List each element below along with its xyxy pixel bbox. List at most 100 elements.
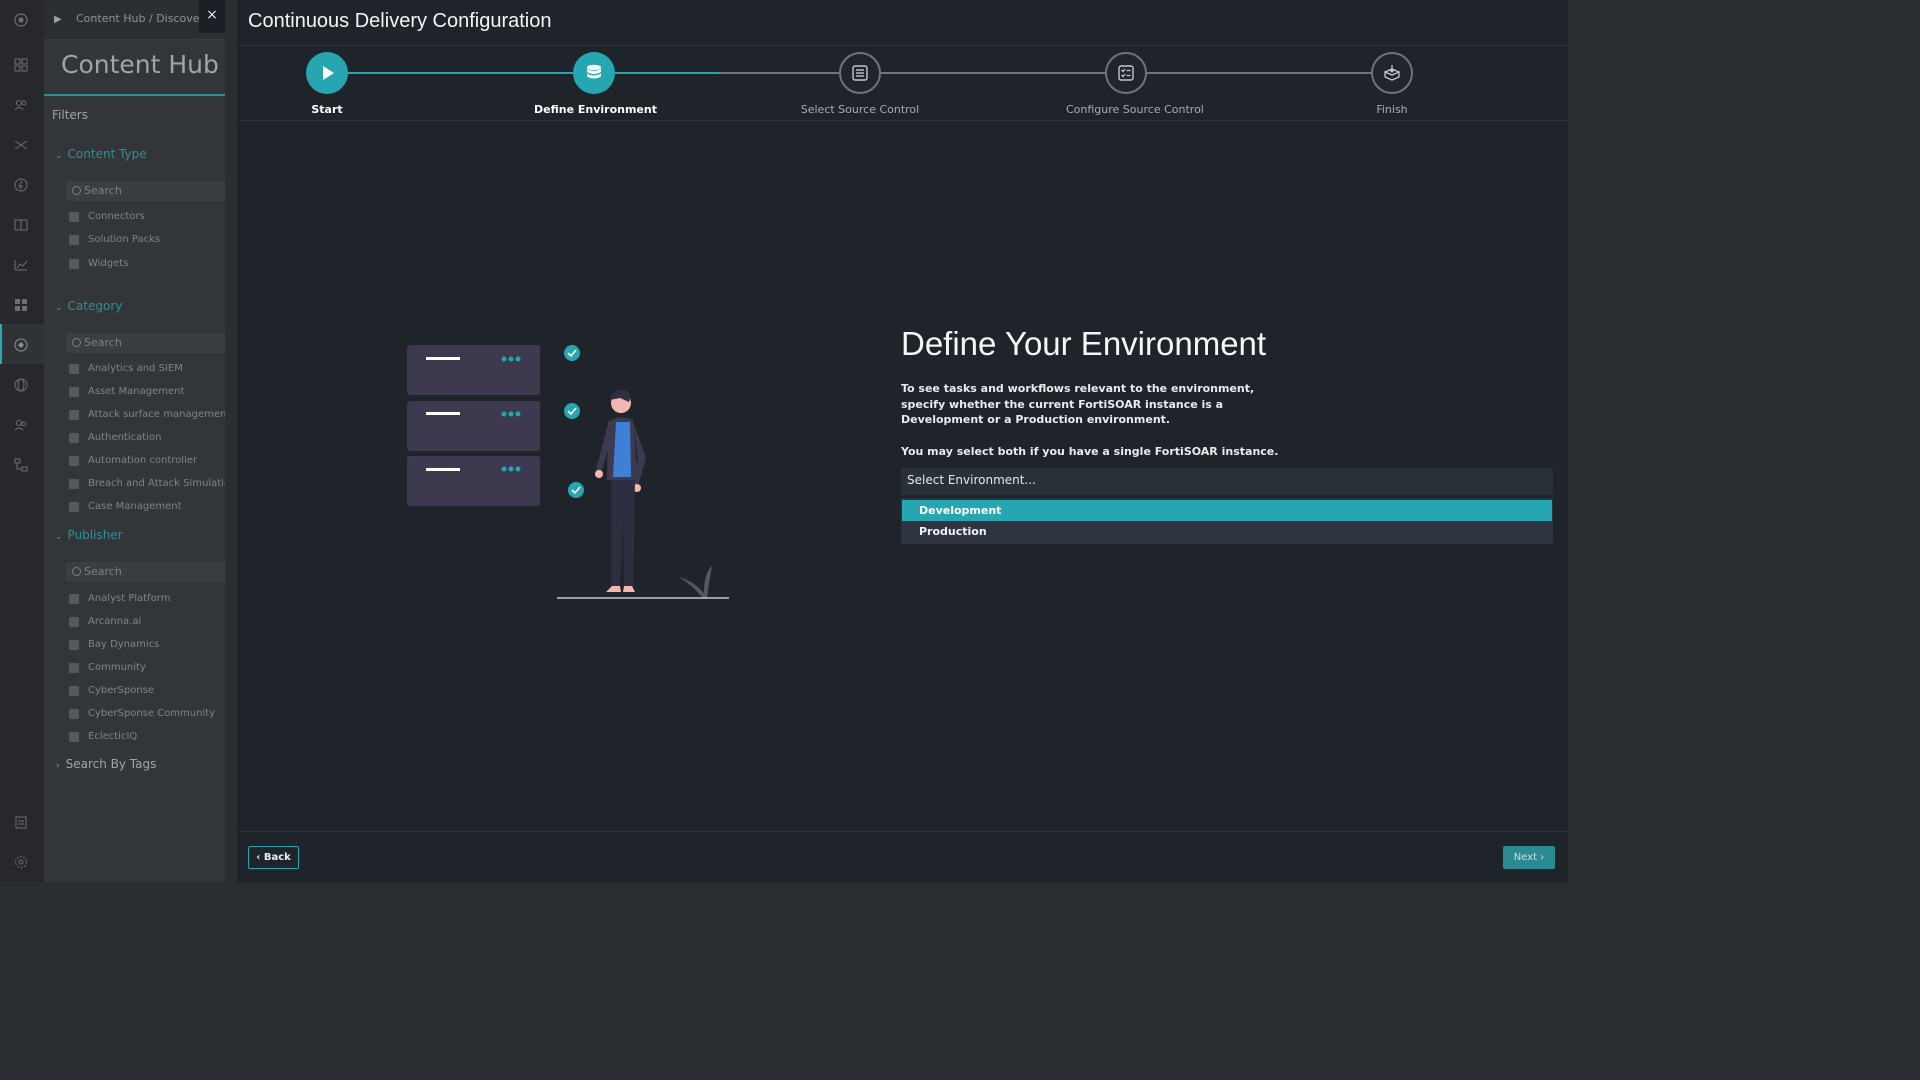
server-rack [407, 456, 540, 506]
chevron-down-icon: ⌄ [55, 303, 63, 313]
team-icon[interactable] [14, 418, 28, 432]
chevron-right-icon: › [1537, 852, 1545, 863]
publisher-search-input[interactable]: Search [66, 562, 225, 582]
app-logo-icon[interactable] [14, 13, 28, 27]
environment-select[interactable]: Select Environment... [901, 467, 1553, 495]
option-production[interactable]: Production [902, 521, 1552, 542]
filter-label: Solution Packs [88, 234, 161, 245]
filter-checkbox[interactable] [69, 212, 79, 222]
filter-label: Attack surface management [88, 409, 225, 420]
environment-form: Define Your Environment To see tasks and… [901, 325, 1556, 544]
description-text: To see tasks and workflows relevant to t… [901, 382, 1255, 426]
search-icon [72, 338, 81, 347]
server-slot [426, 412, 460, 415]
search-icon [72, 186, 81, 195]
publisher-section[interactable]: ⌄ Publisher [55, 528, 123, 542]
filter-checkbox[interactable] [69, 663, 79, 673]
book-icon[interactable] [14, 218, 28, 232]
step-label: Configure Source Control [1066, 103, 1204, 116]
step-start[interactable]: Start [267, 52, 387, 116]
server-slot [426, 468, 460, 471]
icon-rail [0, 0, 44, 882]
close-modal-button[interactable]: × [199, 0, 225, 33]
filter-label: Widgets [88, 258, 129, 269]
content-type-search-input[interactable]: Search [66, 181, 225, 201]
section-label: Category [67, 299, 123, 313]
filter-checkbox[interactable] [69, 259, 79, 269]
filter-checkbox[interactable] [69, 479, 79, 489]
breadcrumb-item-content-hub[interactable]: Content Hub [76, 12, 145, 25]
filter-label: Asset Management [88, 386, 185, 397]
section-label: Publisher [67, 528, 123, 542]
chevron-left-icon: ‹ [256, 852, 264, 863]
section-heading: Define Your Environment [901, 325, 1267, 362]
step-label: Start [311, 103, 343, 116]
server-rack [407, 401, 540, 451]
filter-checkbox[interactable] [69, 433, 79, 443]
search-icon [72, 567, 81, 576]
plant-leaf [703, 566, 712, 598]
list-icon [852, 65, 868, 81]
expand-icon[interactable]: ▶ [54, 14, 62, 25]
database-icon [587, 64, 601, 79]
workflow-icon[interactable] [14, 458, 28, 472]
breadcrumb: ▶ Content Hub / Discover [44, 0, 225, 40]
filter-checkbox[interactable] [69, 364, 79, 374]
section-label: Content Type [67, 147, 147, 161]
bolt-icon[interactable] [14, 178, 28, 192]
content-hub-panel: ▶ Content Hub / Discover Content Hub Fil… [44, 0, 225, 882]
modal-title: Continuous Delivery Configuration [248, 10, 552, 32]
box-icon [1384, 65, 1400, 81]
checklist-icon [1118, 65, 1134, 81]
plant-leaf [679, 577, 706, 598]
filter-label: CyberSponse [88, 685, 155, 696]
chevron-down-icon: ⌄ [55, 151, 63, 161]
back-button[interactable]: ‹ Back [248, 846, 299, 869]
cd-config-modal: Continuous Delivery Configuration Start … [237, 0, 1568, 882]
filter-checkbox[interactable] [69, 686, 79, 696]
filter-checkbox[interactable] [69, 732, 79, 742]
note-text: You may select both if you have a single… [901, 444, 1279, 458]
filter-checkbox[interactable] [69, 709, 79, 719]
shuffle-icon[interactable] [14, 138, 28, 152]
person-figure [595, 389, 646, 592]
step-finish[interactable]: Finish [1332, 52, 1452, 116]
filter-checkbox[interactable] [69, 617, 79, 627]
next-button[interactable]: Next › [1503, 846, 1555, 869]
filter-checkbox[interactable] [69, 387, 79, 397]
content-hub-icon[interactable] [14, 338, 28, 352]
filter-label: Automation controller [88, 455, 198, 466]
filter-checkbox[interactable] [69, 456, 79, 466]
dashboard-icon[interactable] [14, 58, 28, 72]
chart-icon[interactable] [14, 258, 28, 272]
play-icon [323, 66, 334, 80]
category-search-input[interactable]: Search [66, 333, 225, 353]
search-by-tags-toggle[interactable]: › Search By Tags [56, 757, 156, 771]
settings-icon[interactable] [14, 855, 28, 869]
wizard-stepper: Start Define Environment Select Source C… [237, 46, 1568, 121]
globe-icon[interactable] [14, 378, 28, 392]
filter-checkbox[interactable] [69, 594, 79, 604]
title-underline [44, 94, 225, 96]
step-define-environment[interactable]: Define Environment [534, 52, 657, 116]
filter-checkbox[interactable] [69, 235, 79, 245]
filter-label: Arcanna.ai [88, 616, 142, 627]
step-configure-source-control[interactable]: Configure Source Control [1066, 52, 1204, 116]
page-title: Content Hub [61, 50, 219, 79]
option-development[interactable]: Development [902, 499, 1552, 521]
modal-header: Continuous Delivery Configuration [237, 0, 1568, 46]
filter-checkbox[interactable] [69, 410, 79, 420]
step-select-source-control[interactable]: Select Source Control [800, 52, 920, 116]
filter-checkbox[interactable] [69, 640, 79, 650]
chevron-right-icon: › [56, 761, 60, 771]
content-type-section[interactable]: ⌄ Content Type [55, 147, 147, 161]
step-label: Select Source Control [800, 103, 920, 116]
breadcrumb-item-discover[interactable]: Discover [156, 12, 204, 25]
breadcrumb-separator: / [148, 12, 153, 25]
users-icon[interactable] [14, 98, 28, 112]
filter-label: EclecticIQ [88, 731, 138, 742]
clipboard-icon[interactable] [14, 815, 28, 829]
category-section[interactable]: ⌄ Category [55, 299, 122, 313]
apps-icon[interactable] [14, 298, 28, 312]
filter-checkbox[interactable] [69, 502, 79, 512]
